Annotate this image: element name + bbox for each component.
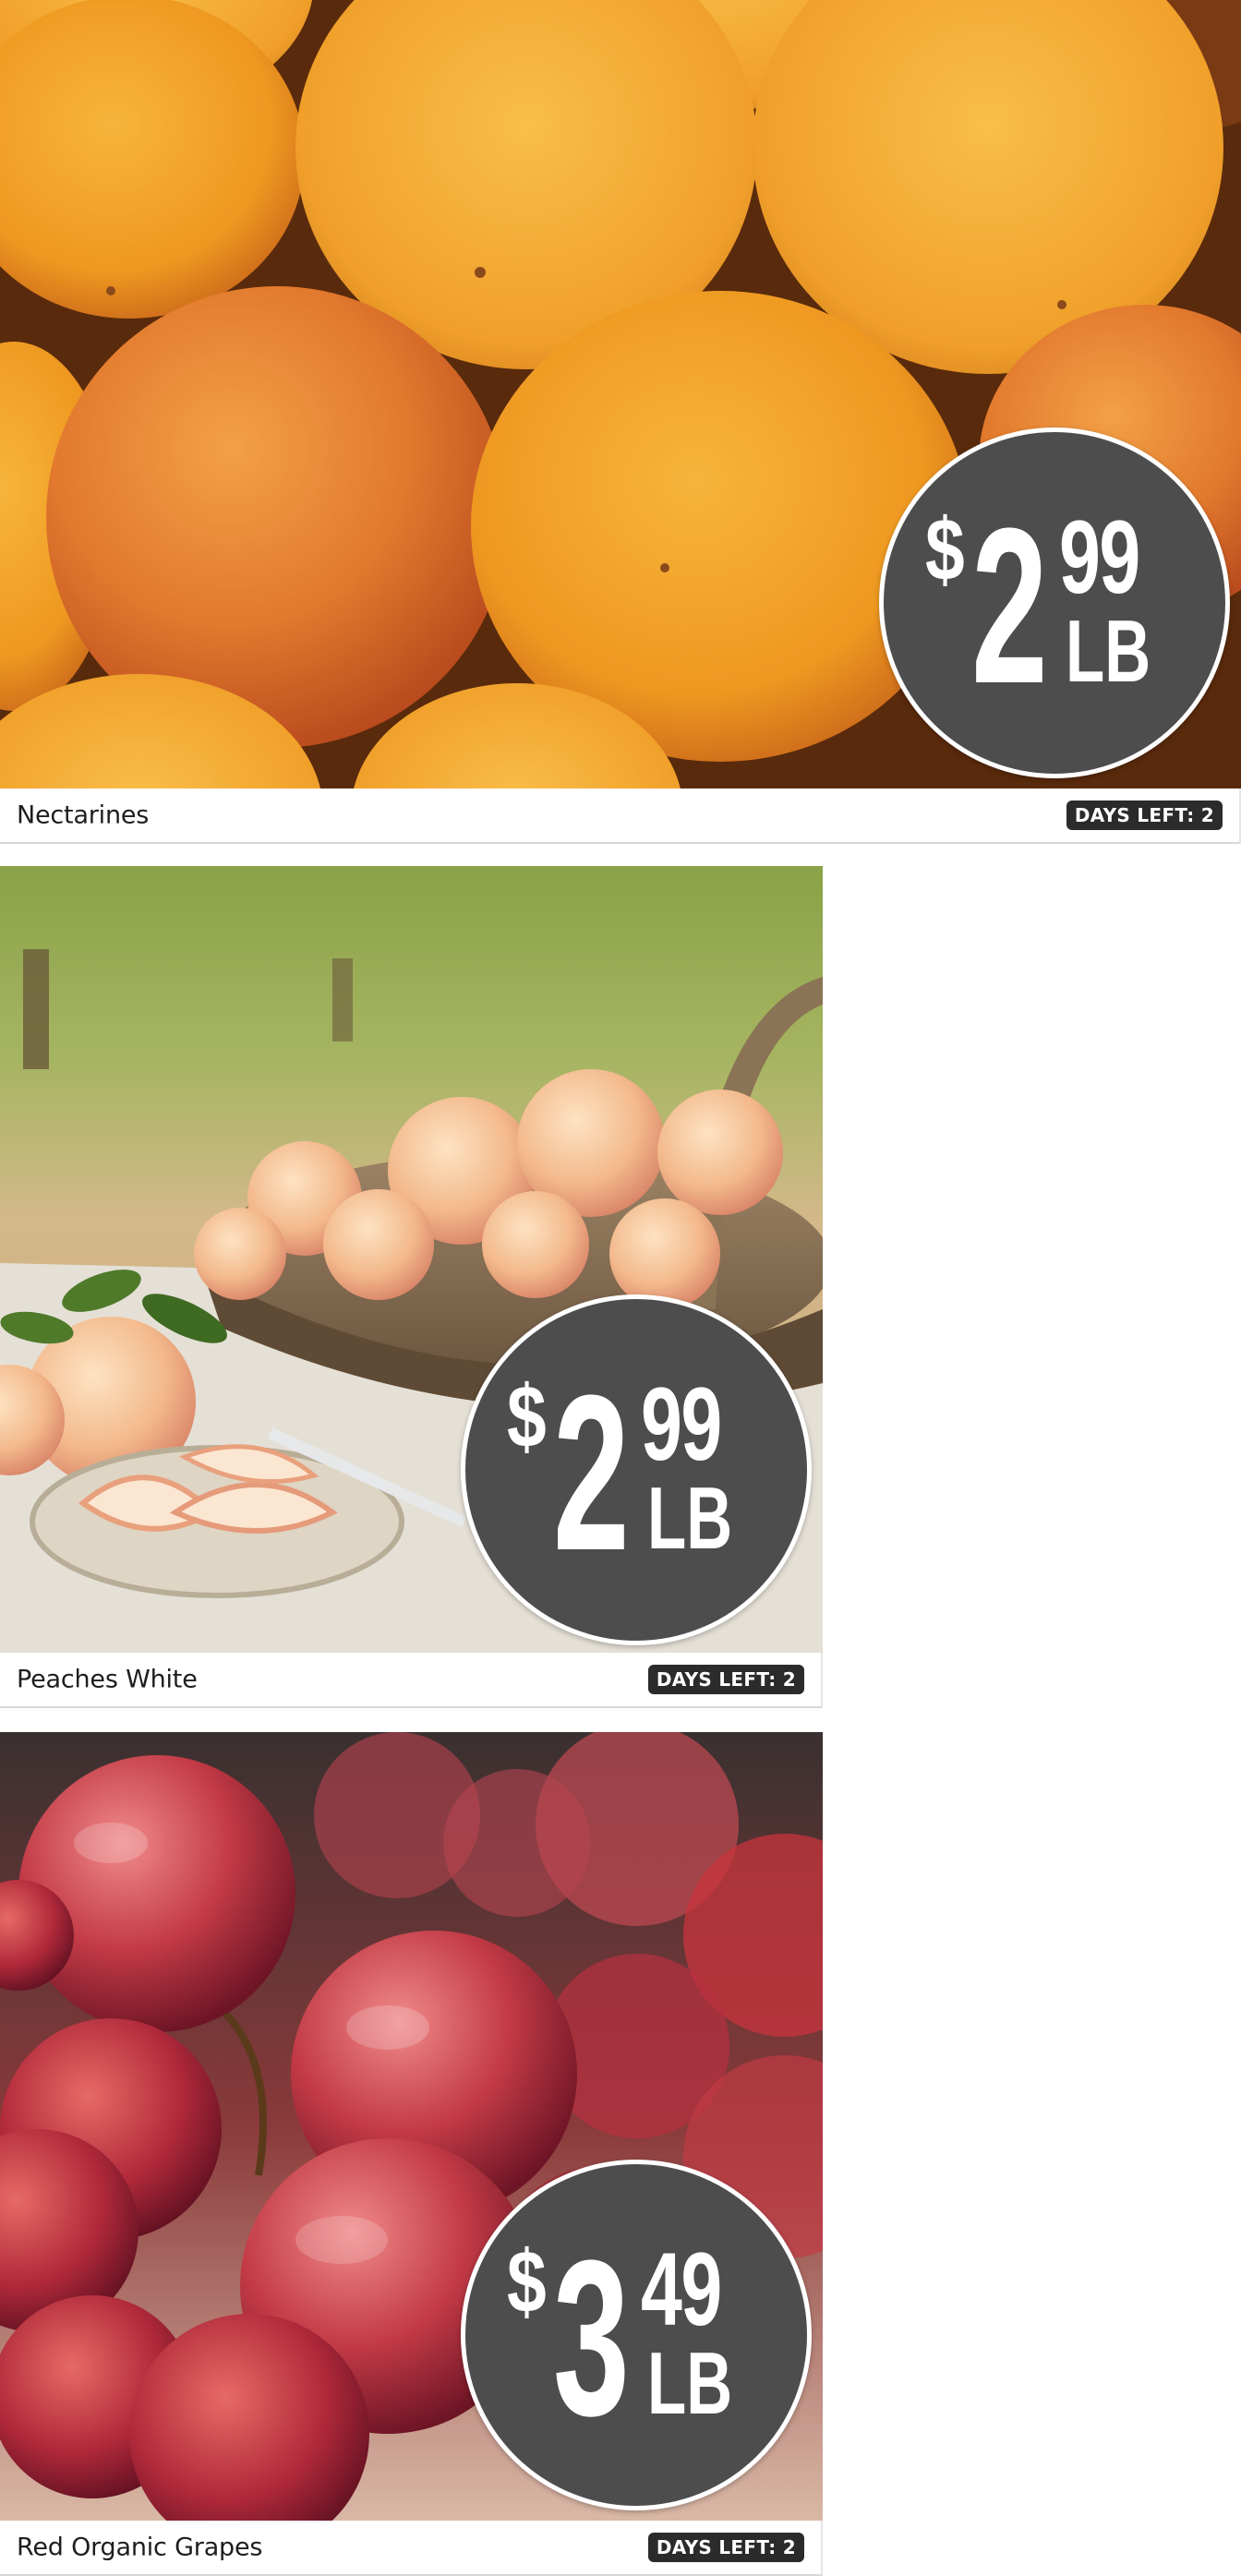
- red-grapes-image[interactable]: $ 3 49 LB: [0, 1732, 823, 2521]
- price-cents: 49: [641, 2232, 722, 2347]
- product-name[interactable]: Peaches White: [17, 1666, 198, 1694]
- price-cents: 99: [1059, 500, 1140, 615]
- product-card[interactable]: $ 3 49 LB Red Organic Grapes DAYS LEFT: …: [0, 1732, 823, 2576]
- card-footer: Nectarines DAYS LEFT: 2: [0, 788, 1241, 844]
- price-unit: LB: [647, 1469, 733, 1568]
- days-left-badge: DAYS LEFT: 2: [647, 2533, 804, 2562]
- white-peaches-image[interactable]: $ 2 99 LB: [0, 866, 823, 1653]
- price-unit: LB: [1066, 602, 1151, 701]
- product-name[interactable]: Nectarines: [17, 801, 149, 830]
- nectarines-image[interactable]: $ 2 99 LB: [0, 0, 1241, 788]
- product-name[interactable]: Red Organic Grapes: [17, 2534, 262, 2562]
- price-badge: $ 3 49 LB: [461, 2160, 812, 2510]
- card-footer: Peaches White DAYS LEFT: 2: [0, 1653, 823, 1708]
- price-dollars: 2: [553, 1349, 630, 1596]
- price-dollars: 3: [553, 2214, 630, 2462]
- price-dollars: 2: [971, 482, 1048, 729]
- product-card[interactable]: $ 2 99 LB Nectarines DAYS LEFT: 2: [0, 0, 1241, 844]
- card-footer: Red Organic Grapes DAYS LEFT: 2: [0, 2521, 823, 2576]
- price-cents: 99: [641, 1366, 722, 1482]
- price-badge: $ 2 99 LB: [461, 1294, 812, 1645]
- days-left-badge: DAYS LEFT: 2: [1066, 800, 1223, 830]
- price-currency: $: [507, 2233, 547, 2331]
- price-currency: $: [507, 1367, 547, 1466]
- price-unit: LB: [647, 2334, 733, 2433]
- price-badge: $ 2 99 LB: [879, 427, 1230, 778]
- days-left-badge: DAYS LEFT: 2: [647, 1665, 804, 1694]
- product-card[interactable]: $ 2 99 LB Peaches White DAYS LEFT: 2: [0, 866, 823, 1708]
- price-currency: $: [925, 500, 965, 599]
